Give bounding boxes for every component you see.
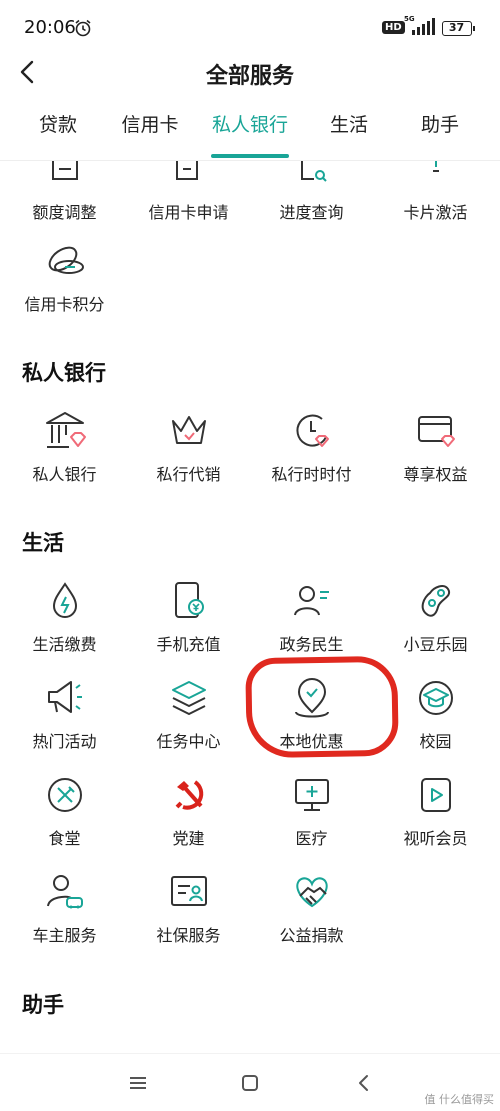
service-label: 私行代销	[156, 465, 221, 484]
service-card-activate[interactable]: 卡片激活	[373, 161, 498, 223]
service-label: 公益捐款	[279, 926, 344, 945]
service-task-center[interactable]: 任务中心	[126, 676, 251, 752]
handshake-heart-icon	[295, 877, 328, 908]
service-label: 任务中心	[156, 732, 221, 751]
service-government-services[interactable]: 政务民生	[249, 579, 374, 655]
section-title-life: 生活	[22, 531, 64, 555]
home-square-icon[interactable]	[239, 1072, 261, 1094]
service-label: 热门活动	[32, 732, 97, 751]
service-private-distribution[interactable]: 私行代销	[126, 409, 251, 485]
status-time: 20:06	[24, 17, 76, 38]
service-label: 生活缴费	[32, 635, 97, 654]
service-hot-events[interactable]: 热门活动	[2, 676, 127, 752]
service-card-apply[interactable]: 信用卡申请	[126, 161, 251, 223]
service-limit-adjust[interactable]: 额度调整	[2, 161, 127, 223]
service-label: 食堂	[48, 829, 81, 848]
bank-building-icon	[45, 412, 86, 448]
tab-loans[interactable]: 贷款	[8, 110, 108, 160]
service-card-points[interactable]: 信用卡积分	[2, 239, 127, 315]
card-apply-icon	[175, 161, 198, 180]
water-drop-icon	[52, 582, 77, 618]
service-label: 小豆乐园	[403, 635, 468, 654]
medical-monitor-icon	[294, 779, 329, 811]
section-title-assistant: 助手	[22, 993, 64, 1017]
hd-badge: HD	[382, 21, 405, 34]
clock-icon	[295, 414, 329, 447]
back-nav-icon[interactable]	[353, 1072, 375, 1094]
category-tabs: 贷款 信用卡 私人银行 生活 助手	[0, 110, 500, 160]
service-media-membership[interactable]: 视听会员	[373, 773, 498, 849]
car-owner-icon	[46, 875, 83, 909]
section-title-private-banking: 私人银行	[22, 361, 106, 385]
services-list[interactable]: 额度调整 信用卡申请 进度查询 卡片激活 信用卡积分 私人银行 私人银行 私行代…	[0, 161, 500, 1053]
service-label: 信用卡积分	[24, 295, 105, 314]
alarm-clock-icon	[75, 19, 91, 37]
signal-strength-icon	[412, 18, 435, 35]
service-label: 卡片激活	[403, 203, 468, 222]
service-label: 社保服务	[156, 926, 221, 945]
battery-level: 37	[448, 21, 465, 34]
status-bar: 20:06 HD 5G 37	[0, 0, 500, 56]
graduation-cap-icon	[418, 681, 453, 715]
highlight-annotation	[245, 655, 399, 759]
service-phone-recharge[interactable]: 手机充值	[126, 579, 251, 655]
hammer-sickle-icon	[175, 780, 203, 810]
service-social-security[interactable]: 社保服务	[126, 870, 251, 946]
social-security-icon	[170, 876, 207, 906]
megaphone-icon	[47, 681, 82, 713]
service-medical[interactable]: 医疗	[249, 773, 374, 849]
system-nav-bar: 值 什么值得买	[0, 1053, 500, 1111]
progress-query-icon	[300, 161, 327, 182]
service-label: 政务民生	[279, 635, 344, 654]
limit-adjust-icon	[51, 161, 78, 180]
phone-recharge-icon	[174, 582, 204, 618]
tab-assistant[interactable]: 助手	[390, 110, 490, 160]
card-activate-icon	[432, 161, 439, 172]
bean-icon	[421, 585, 450, 617]
service-label: 进度查询	[279, 203, 344, 222]
tab-life[interactable]: 生活	[299, 110, 399, 160]
service-utility-payment[interactable]: 生活缴费	[2, 579, 127, 655]
tab-private-banking[interactable]: 私人银行	[200, 110, 300, 160]
battery-icon: 37	[442, 21, 475, 36]
service-car-owner[interactable]: 车主服务	[2, 870, 127, 946]
person-list-icon	[293, 586, 329, 616]
service-label: 医疗	[295, 829, 328, 848]
page-title: 全部服务	[205, 64, 294, 89]
service-bean-park[interactable]: 小豆乐园	[373, 579, 498, 655]
service-label: 党建	[172, 829, 205, 848]
menu-icon[interactable]	[127, 1072, 149, 1094]
service-label: 尊享权益	[403, 465, 468, 484]
crown-icon	[171, 416, 206, 444]
tab-credit-card[interactable]: 信用卡	[100, 110, 200, 160]
utensils-icon	[47, 778, 82, 812]
service-label: 私行时时付	[271, 465, 352, 484]
service-progress-query[interactable]: 进度查询	[249, 161, 374, 223]
active-tab-indicator	[211, 154, 289, 158]
service-label: 车主服务	[32, 926, 97, 945]
video-play-icon	[420, 778, 451, 812]
service-party-building[interactable]: 党建	[126, 773, 251, 849]
points-icon	[48, 246, 84, 274]
service-private-banking[interactable]: 私人银行	[2, 409, 127, 485]
service-exclusive-benefits[interactable]: 尊享权益	[373, 409, 498, 485]
service-canteen[interactable]: 食堂	[2, 773, 127, 849]
card-diamond-icon	[417, 416, 455, 447]
service-private-realtime-pay[interactable]: 私行时时付	[249, 409, 374, 485]
service-label: 信用卡申请	[148, 203, 229, 222]
service-label: 视听会员	[403, 829, 468, 848]
service-charity-donation[interactable]: 公益捐款	[249, 870, 374, 946]
header: 全部服务	[0, 56, 500, 104]
service-label: 手机充值	[156, 635, 221, 654]
service-label: 额度调整	[32, 203, 97, 222]
watermark: 值 什么值得买	[424, 1093, 495, 1106]
layers-icon	[171, 681, 206, 715]
service-label: 私人银行	[32, 465, 97, 484]
